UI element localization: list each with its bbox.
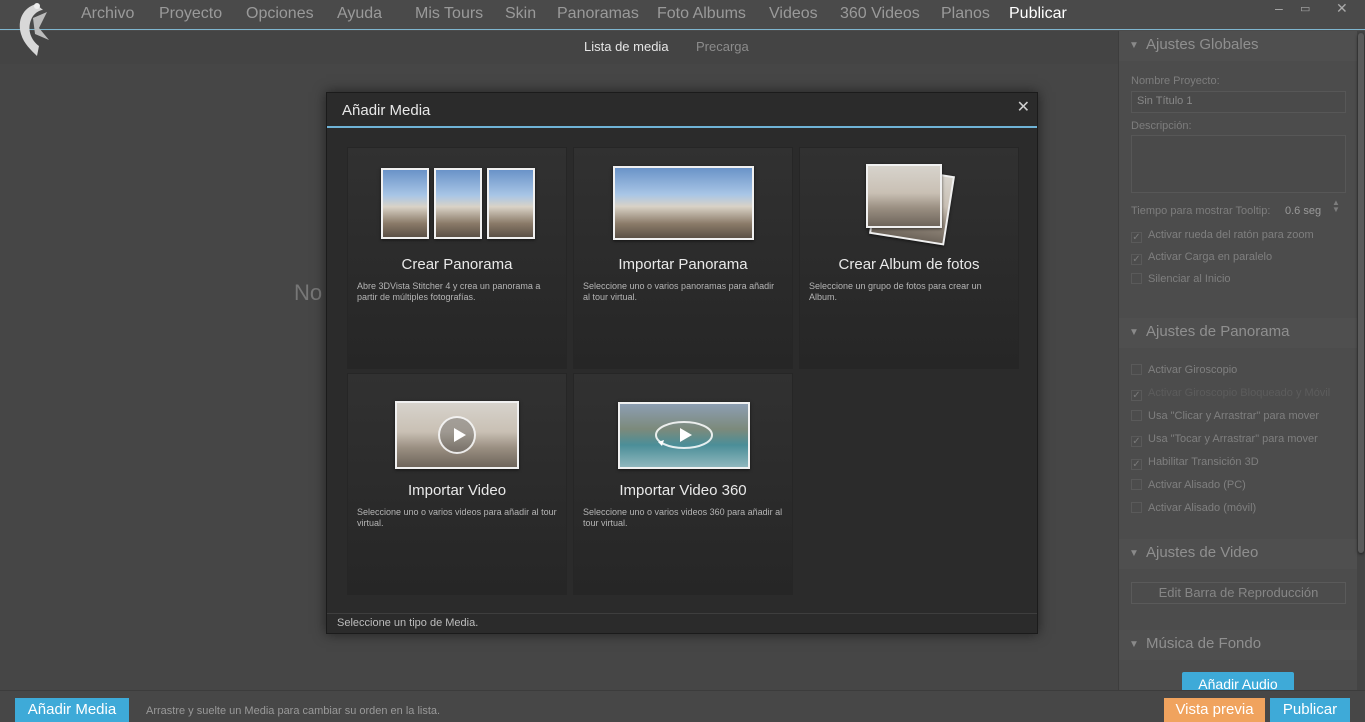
- section-ajustes-video[interactable]: ▼ Ajustes de Video: [1119, 539, 1358, 569]
- add-media-button[interactable]: Añadir Media: [15, 698, 129, 722]
- tab-mis-tours[interactable]: Mis Tours: [415, 5, 483, 23]
- card-importar-video-360[interactable]: Importar Video 360 Seleccione uno o vari…: [573, 373, 793, 595]
- checkbox-icon[interactable]: ✓: [1131, 436, 1142, 447]
- tab-precarga[interactable]: Precarga: [696, 39, 749, 54]
- publish-button[interactable]: Publicar: [1270, 698, 1350, 722]
- project-name-field[interactable]: Sin Título 1: [1131, 91, 1346, 113]
- scrollbar-thumb[interactable]: [1358, 33, 1364, 553]
- section-title: Ajustes de Panorama: [1146, 323, 1290, 340]
- tab-skin[interactable]: Skin: [505, 5, 536, 23]
- check-parallel-load[interactable]: ✓ Activar Carga en paralelo: [1131, 251, 1272, 265]
- card-description: Seleccione uno o varios videos 360 para …: [583, 507, 783, 528]
- tooltip-value-field[interactable]: 0.6 seg: [1285, 205, 1321, 217]
- play-icon: [438, 416, 476, 454]
- photo-stack-icon: [866, 164, 942, 228]
- panorama-photo-icon: [613, 166, 754, 240]
- drag-hint-text: Arrastre y suelte un Media para cambiar …: [146, 705, 441, 717]
- photo-thumb: [487, 168, 535, 239]
- tab-panoramas[interactable]: Panoramas: [557, 5, 639, 23]
- tab-videos[interactable]: Videos: [769, 5, 818, 23]
- card-description: Seleccione uno o varios panoramas para a…: [583, 281, 775, 302]
- add-audio-button[interactable]: Añadir Audio: [1182, 672, 1294, 690]
- section-ajustes-panorama[interactable]: ▼ Ajustes de Panorama: [1119, 318, 1358, 348]
- dialog-status-text: Seleccione un tipo de Media.: [337, 617, 479, 629]
- check-click-drag[interactable]: Usa "Clicar y Arrastrar" para mover: [1131, 410, 1319, 422]
- add-media-dialog: Añadir Media ✕ Crear Panorama Abre 3DVis…: [326, 92, 1038, 634]
- check-3d-transition[interactable]: ✓ Habilitar Transición 3D: [1131, 456, 1259, 470]
- project-name-label: Nombre Proyecto:: [1131, 75, 1220, 87]
- checkbox-icon[interactable]: [1131, 479, 1142, 490]
- checkbox-icon[interactable]: ✓: [1131, 232, 1142, 243]
- card-title: Crear Album de fotos: [838, 256, 980, 273]
- description-field[interactable]: [1131, 135, 1346, 193]
- collapse-triangle-icon: ▼: [1129, 548, 1139, 559]
- checkbox-icon[interactable]: [1131, 364, 1142, 375]
- card-title: Importar Video: [407, 482, 507, 499]
- card-crear-panorama[interactable]: Crear Panorama Abre 3DVista Stitcher 4 y…: [347, 147, 567, 369]
- menu-opciones[interactable]: Opciones: [246, 5, 314, 23]
- panel-scrollbar[interactable]: [1357, 31, 1365, 690]
- check-smoothing-mobile[interactable]: Activar Alisado (móvil): [1131, 502, 1256, 514]
- section-title: Música de Fondo: [1146, 635, 1262, 652]
- checkbox-icon[interactable]: [1131, 410, 1142, 421]
- check-mute-start[interactable]: Silenciar al Inicio: [1131, 273, 1231, 285]
- card-crear-album[interactable]: Crear Album de fotos Seleccione un grupo…: [799, 147, 1019, 369]
- menubar: Archivo Proyecto Opciones Ayuda Mis Tour…: [0, 0, 1365, 56]
- close-icon[interactable]: ✕: [1017, 97, 1030, 117]
- card-importar-video[interactable]: Importar Video Seleccione uno o varios v…: [347, 373, 567, 595]
- card-title: Importar Video 360: [619, 482, 747, 499]
- checkbox-icon: ✓: [1131, 390, 1142, 401]
- close-window-button[interactable]: ✕: [1336, 0, 1348, 17]
- check-smoothing-pc[interactable]: Activar Alisado (PC): [1131, 479, 1246, 491]
- menu-archivo[interactable]: Archivo: [81, 5, 134, 23]
- empty-list-text: No: [294, 280, 323, 305]
- collapse-triangle-icon: ▼: [1129, 327, 1139, 338]
- collapse-triangle-icon: ▼: [1129, 639, 1139, 650]
- description-label: Descripción:: [1131, 120, 1192, 132]
- collapse-triangle-icon: ▼: [1129, 40, 1139, 51]
- card-importar-panorama[interactable]: Importar Panorama Seleccione uno o vario…: [573, 147, 793, 369]
- card-description: Seleccione un grupo de fotos para crear …: [809, 281, 982, 302]
- dialog-footer-divider: [327, 613, 1037, 614]
- minimize-button[interactable]: –: [1275, 0, 1283, 16]
- card-description: Abre 3DVista Stitcher 4 y crea un panora…: [357, 281, 541, 302]
- section-musica-fondo[interactable]: ▼ Música de Fondo: [1119, 630, 1358, 660]
- check-mouse-wheel-zoom[interactable]: ✓ Activar rueda del ratón para zoom: [1131, 229, 1314, 243]
- maximize-button[interactable]: ▭: [1300, 2, 1310, 15]
- checkbox-icon[interactable]: [1131, 273, 1142, 284]
- tooltip-stepper[interactable]: ▲ ▼: [1332, 199, 1340, 214]
- bottom-bar: Añadir Media Arrastre y suelte un Media …: [0, 690, 1365, 722]
- settings-panel: ▼ Ajustes Globales Nombre Proyecto: Sin …: [1118, 31, 1365, 690]
- photo-thumb: [434, 168, 482, 239]
- edit-playback-bar-button[interactable]: Edit Barra de Reproducción: [1131, 582, 1346, 604]
- preview-button[interactable]: Vista previa: [1164, 698, 1265, 722]
- section-title: Ajustes de Video: [1146, 544, 1259, 561]
- card-title: Crear Panorama: [401, 256, 513, 273]
- tab-planos[interactable]: Planos: [941, 5, 990, 23]
- menu-ayuda[interactable]: Ayuda: [337, 5, 382, 23]
- tab-foto-albums[interactable]: Foto Albums: [657, 5, 746, 23]
- menu-proyecto[interactable]: Proyecto: [159, 5, 222, 23]
- section-ajustes-globales[interactable]: ▼ Ajustes Globales: [1119, 31, 1358, 61]
- checkbox-icon[interactable]: [1131, 502, 1142, 513]
- sub-tabs: Lista de media Precarga: [0, 31, 1118, 64]
- tooltip-label: Tiempo para mostrar Tooltip:: [1131, 205, 1271, 217]
- check-gyroscope-locked: ✓ Activar Giroscopio Bloqueado y Móvil: [1131, 387, 1331, 401]
- tab-lista-de-media[interactable]: Lista de media: [584, 39, 669, 54]
- dialog-divider: [327, 126, 1037, 128]
- video-play-icon: [395, 401, 519, 469]
- check-touch-drag[interactable]: ✓ Usa "Tocar y Arrastrar" para mover: [1131, 433, 1318, 447]
- dialog-title: Añadir Media: [342, 102, 431, 119]
- video-360-icon: [618, 402, 750, 469]
- app-logo-icon: [13, 0, 59, 60]
- section-title: Ajustes Globales: [1146, 36, 1259, 53]
- three-photos-icon: [381, 168, 429, 239]
- checkbox-icon[interactable]: ✓: [1131, 254, 1142, 265]
- tab-publicar[interactable]: Publicar: [1009, 5, 1067, 23]
- card-description: Seleccione uno o varios videos para añad…: [357, 507, 557, 528]
- check-gyroscope[interactable]: Activar Giroscopio: [1131, 364, 1237, 376]
- tab-360-videos[interactable]: 360 Videos: [840, 5, 920, 23]
- checkbox-icon[interactable]: ✓: [1131, 459, 1142, 470]
- card-title: Importar Panorama: [618, 256, 748, 273]
